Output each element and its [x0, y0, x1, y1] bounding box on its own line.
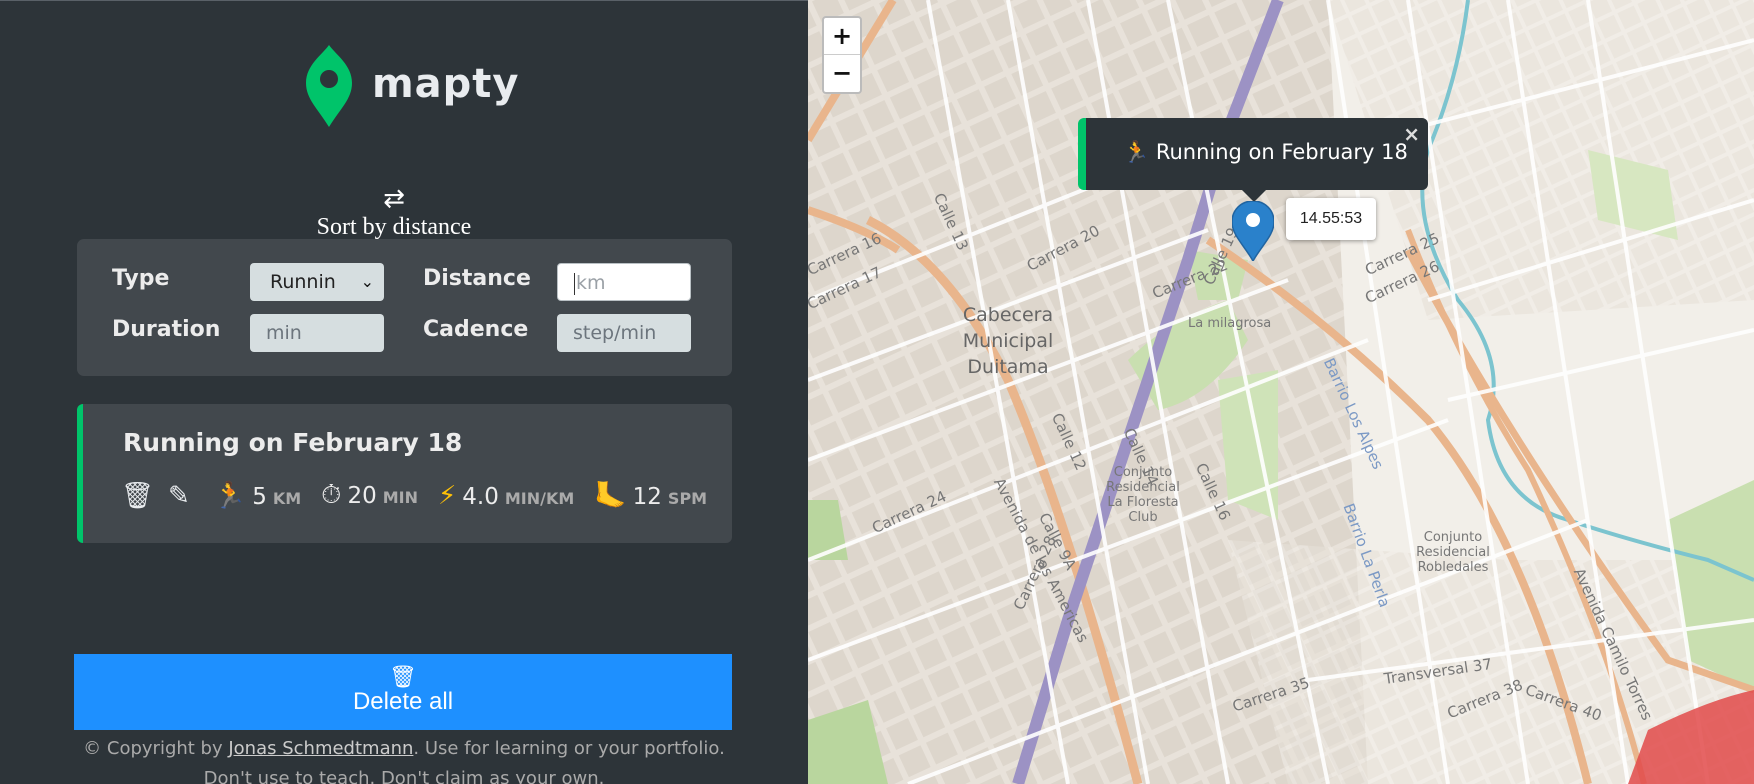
stopwatch-icon: ⏱ [321, 480, 342, 510]
sort-icon: ⇄ [383, 184, 405, 214]
zoom-in-button[interactable]: + [824, 18, 860, 55]
cadence-input[interactable]: step/min [557, 314, 691, 352]
delete-all-button[interactable]: 🗑 Delete all [74, 654, 732, 730]
type-select[interactable]: Runnin ⌄ [250, 263, 384, 301]
author-link[interactable]: Jonas Schmedtmann [228, 738, 413, 759]
map-marker-icon[interactable] [1232, 201, 1274, 261]
workout-card[interactable]: Running on February 18 🗑 ✎ 🏃 5 KM ⏱ 20 M… [77, 404, 732, 543]
sort-label: Sort by distance [316, 214, 472, 240]
runner-icon: 🏃 [213, 480, 247, 511]
workout-popup[interactable]: 🏃 Running on February 18 × [1078, 118, 1428, 202]
stat-value: 20 [347, 483, 377, 509]
map[interactable]: Cabecera Municipal Duitama Carrera 20 Ca… [808, 0, 1754, 784]
map-label: La milagrosa [1188, 316, 1272, 331]
trash-icon[interactable]: 🗑 [121, 481, 154, 511]
stat-unit: SPM [667, 488, 708, 508]
distance-input[interactable]: km [557, 263, 691, 301]
copyright-prefix: © Copyright by [83, 738, 229, 759]
stat-pace: ⚡ 4.0 MIN/KM [438, 481, 574, 511]
stat-unit: MIN [382, 488, 418, 507]
duration-input[interactable]: min [250, 314, 384, 352]
chevron-down-icon: ⌄ [360, 272, 374, 291]
map-label-city: Cabecera Municipal Duitama [962, 304, 1054, 378]
workout-title: Running on February 18 [123, 428, 463, 457]
map-label: Conjunto Residencial Robledales [1416, 530, 1490, 575]
distance-label: Distance [423, 266, 531, 291]
trash-icon: 🗑 [389, 664, 417, 689]
stat-value: 12 [632, 483, 662, 510]
duration-placeholder: min [266, 322, 302, 344]
sort-button[interactable]: ⇄ Sort by distance [280, 184, 508, 241]
stat-value: 5 [252, 483, 267, 510]
sidebar: mapty ⇄ Sort by distance Type Runnin ⌄ D… [0, 0, 808, 784]
foot-icon: 🦶 [594, 480, 627, 511]
copyright-line2: Don't use to teach. Don't claim as your … [203, 768, 605, 784]
cadence-label: Cadence [423, 317, 529, 342]
marker-tooltip: 14.55:53 [1286, 198, 1376, 240]
edit-icon[interactable]: ✎ [168, 481, 190, 511]
zoom-control: + − [822, 16, 862, 94]
type-label: Type [112, 266, 170, 291]
stat-distance: 🏃 5 KM [214, 481, 301, 511]
stat-unit: MIN/KM [504, 488, 575, 508]
copyright: © Copyright by Jonas Schmedtmann. Use fo… [0, 734, 808, 784]
stat-duration: ⏱ 20 MIN [321, 480, 418, 511]
map-label: Conjunto Residencial La Floresta Club [1106, 465, 1180, 525]
distance-placeholder: km [576, 272, 606, 294]
zoom-out-button[interactable]: − [824, 55, 860, 92]
popup-text: 🏃 Running on February 18 [1123, 140, 1408, 164]
workout-form: Type Runnin ⌄ Distance km Duration min C… [77, 239, 732, 376]
app-name: mapty [372, 61, 520, 107]
type-select-value: Runnin [270, 271, 336, 293]
delete-all-label: Delete all [352, 688, 454, 715]
lightning-icon: ⚡ [437, 480, 457, 511]
duration-label: Duration [112, 317, 221, 342]
stat-unit: KM [272, 488, 302, 508]
stat-cadence: 🦶 12 SPM [594, 481, 707, 511]
copyright-suffix: . Use for learning or your portfolio. [413, 738, 725, 759]
workout-details: 🗑 ✎ 🏃 5 KM ⏱ 20 MIN ⚡ 4.0 MIN/KM 🦶 12 SP… [121, 480, 707, 511]
close-icon[interactable]: × [1403, 122, 1420, 146]
logo-pin-icon [306, 45, 352, 127]
stat-value: 4.0 [462, 483, 499, 510]
cadence-placeholder: step/min [573, 322, 657, 344]
logo: mapty [306, 45, 520, 127]
text-caret [574, 272, 575, 295]
